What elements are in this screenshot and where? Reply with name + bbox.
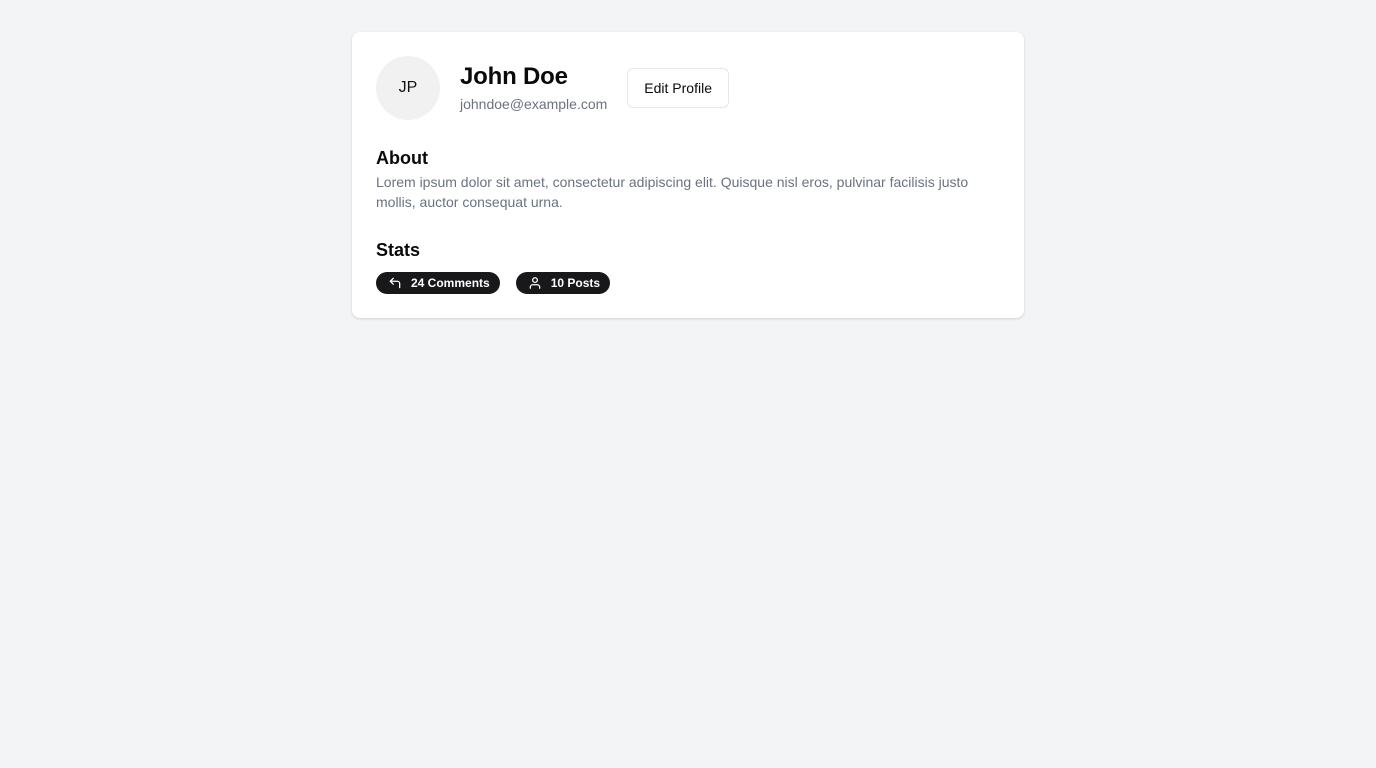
about-section: About Lorem ipsum dolor sit amet, consec… [376, 146, 1000, 212]
edit-profile-button[interactable]: Edit Profile [627, 68, 729, 108]
profile-header: JP John Doe johndoe@example.com Edit Pro… [376, 56, 1000, 120]
about-text: Lorem ipsum dolor sit amet, consectetur … [376, 174, 969, 210]
reply-icon [388, 276, 402, 290]
profile-name: John Doe [460, 63, 568, 90]
user-icon [528, 276, 542, 290]
profile-identity: John Doe johndoe@example.com [460, 62, 607, 114]
profile-email: johndoe@example.com [460, 96, 608, 112]
avatar: JP [376, 56, 440, 120]
profile-card: JP John Doe johndoe@example.com Edit Pro… [352, 32, 1024, 318]
stats-title: Stats [376, 240, 421, 260]
comments-count: 24 Comments [411, 276, 490, 290]
about-title: About [376, 148, 428, 168]
avatar-initials: JP [398, 79, 418, 96]
comments-badge: 24 Comments [376, 272, 500, 294]
stats-section: Stats 24 Comments 10 Posts [376, 238, 1000, 294]
stats-badges: 24 Comments 10 Posts [376, 272, 1000, 294]
posts-badge: 10 Posts [515, 272, 611, 294]
posts-count: 10 Posts [550, 276, 601, 290]
